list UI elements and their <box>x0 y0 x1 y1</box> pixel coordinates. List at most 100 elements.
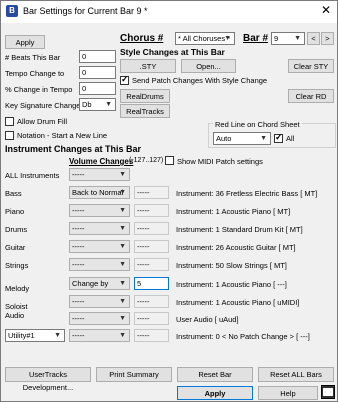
utility-track-select[interactable]: Utility#1 ▼ <box>5 329 65 342</box>
tempo-label: Tempo Change to <box>5 69 65 78</box>
pct-tempo-label: % Change in Tempo <box>5 85 73 94</box>
usertracks-development-button[interactable]: UserTracks Development... <box>5 367 91 392</box>
beats-label: # Beats This Bar <box>5 53 61 62</box>
bar-settings-dialog: B Bar Settings for Current Bar 9 * ✕ App… <box>0 0 338 402</box>
tempo-input[interactable]: 0 <box>79 66 116 79</box>
bar-select[interactable]: 9 ▼ <box>271 32 305 45</box>
volume-value: ----- <box>72 170 85 179</box>
close-icon[interactable]: ✕ <box>321 3 331 17</box>
chevron-down-icon: ▼ <box>119 280 126 287</box>
chevron-down-icon: ▼ <box>119 315 126 322</box>
chevron-down-icon: ▼ <box>119 207 126 214</box>
volume-value: ----- <box>72 260 85 269</box>
window-title: Bar Settings for Current Bar 9 * <box>23 6 148 16</box>
instrument-desc: Instrument: 0 < No Patch Change > [ ---] <box>176 332 310 341</box>
instrument-name: Audio <box>5 311 25 320</box>
volume-select[interactable]: ----- ▼ <box>69 258 130 271</box>
key-label: Key Signature Change to <box>5 101 89 110</box>
clear-rd-button[interactable]: Clear RD <box>288 89 334 103</box>
key-select[interactable]: Db ▼ <box>79 98 116 111</box>
volume-value: ----- <box>72 206 85 215</box>
apply-top-button[interactable]: Apply <box>5 35 45 49</box>
title-bar: B Bar Settings for Current Bar 9 * ✕ <box>1 1 337 23</box>
chorus-value: * All Choruses * <box>178 34 231 43</box>
volume-select[interactable]: ----- ▼ <box>69 295 130 308</box>
chorus-label: Chorus # <box>120 33 164 44</box>
instrument-name: Soloist <box>5 302 28 311</box>
instrument-desc: Instrument: 36 Fretless Electric Bass [ … <box>176 189 318 198</box>
volume-select[interactable]: Back to Normal ▼ <box>69 186 130 199</box>
patch-value[interactable]: ----- <box>134 204 169 217</box>
instrument-name: Strings <box>5 261 29 270</box>
volume-select[interactable]: Change by ▼ <box>69 277 130 290</box>
instrument-desc: Instrument: 1 Standard Drum Kit [ MT] <box>176 225 303 234</box>
volume-range-label: (-127..127) <box>129 157 164 164</box>
reset-all-bars-button[interactable]: Reset ALL Bars <box>258 367 334 382</box>
prev-bar-button[interactable]: < <box>307 32 320 45</box>
show-midi-checkbox[interactable] <box>165 156 174 165</box>
patch-value[interactable]: ----- <box>134 222 169 235</box>
reset-bar-button[interactable]: Reset Bar <box>177 367 253 382</box>
instrument-desc: User Audio [ uAud] <box>176 315 239 324</box>
send-patch-checkbox[interactable] <box>120 74 129 85</box>
bar-label: Bar # <box>243 33 269 44</box>
instrument-name: ALL Instruments <box>5 171 60 180</box>
chevron-down-icon: ▼ <box>105 101 112 108</box>
help-button[interactable]: Help <box>258 386 318 400</box>
volume-select[interactable]: ----- ▼ <box>69 312 130 325</box>
instrument-name: Melody <box>5 284 30 293</box>
sty-button[interactable]: .STY <box>120 59 176 73</box>
volume-value: ----- <box>72 242 85 251</box>
chevron-down-icon: ▼ <box>119 243 126 250</box>
patch-value[interactable]: ----- <box>134 295 169 308</box>
patch-value[interactable]: ----- <box>134 186 169 199</box>
patch-value[interactable]: ----- <box>134 312 169 325</box>
volume-select[interactable]: ----- ▼ <box>69 168 130 181</box>
instrument-name: Guitar <box>5 243 26 252</box>
chorus-select[interactable]: * All Choruses * ▼ <box>175 32 235 45</box>
chevron-down-icon: ▼ <box>224 35 231 42</box>
send-patch-label: Send Patch Changes With Style Change <box>132 76 268 85</box>
redline-select[interactable]: Auto ▼ <box>213 132 271 145</box>
volume-select[interactable]: ----- ▼ <box>69 329 130 342</box>
volume-value: ----- <box>72 224 85 233</box>
realdrums-button[interactable]: RealDrums <box>120 89 170 103</box>
redline-all-label: All <box>286 134 295 143</box>
instrument-desc: Instrument: 50 Slow Strings [ MT] <box>176 261 287 270</box>
patch-value[interactable]: ----- <box>134 258 169 271</box>
patch-value[interactable]: ----- <box>134 240 169 253</box>
drum-fill-checkbox[interactable] <box>5 117 14 126</box>
chevron-down-icon: ▼ <box>294 35 301 42</box>
volume-change-input[interactable]: 5 <box>134 277 169 290</box>
volume-select[interactable]: ----- ▼ <box>69 222 130 235</box>
instrument-changes-header: Instrument Changes at This Bar <box>5 144 142 154</box>
apply-button[interactable]: Apply <box>177 386 253 400</box>
chevron-down-icon: ▼ <box>260 135 267 142</box>
instrument-desc: Instrument: 26 Acoustic Guitar [ MT] <box>176 243 296 252</box>
piano-keyboard-icon[interactable] <box>321 385 335 399</box>
volume-select[interactable]: ----- ▼ <box>69 204 130 217</box>
volume-value: ----- <box>72 297 85 306</box>
realtracks-button[interactable]: RealTracks <box>120 104 170 118</box>
beats-input[interactable]: 0 <box>79 50 116 63</box>
redline-all-checkbox[interactable] <box>274 132 283 143</box>
patch-value[interactable]: ----- <box>134 329 169 342</box>
volume-value: ----- <box>72 314 85 323</box>
open-button[interactable]: Open... <box>181 59 236 73</box>
redline-value: Auto <box>216 134 232 143</box>
next-bar-button[interactable]: > <box>321 32 334 45</box>
chevron-down-icon: ▼ <box>54 332 61 339</box>
instrument-name: Bass <box>5 189 22 198</box>
instrument-name: Drums <box>5 225 28 234</box>
volume-select[interactable]: ----- ▼ <box>69 240 130 253</box>
style-changes-header: Style Changes at This Bar <box>120 47 225 57</box>
chevron-down-icon: ▼ <box>119 189 126 196</box>
print-summary-button[interactable]: Print Summary <box>96 367 172 382</box>
clear-sty-button[interactable]: Clear STY <box>288 59 334 73</box>
chevron-down-icon: ▼ <box>119 225 126 232</box>
chevron-down-icon: ▼ <box>119 171 126 178</box>
volume-value: ----- <box>72 331 85 340</box>
notation-newline-checkbox[interactable] <box>5 131 14 140</box>
chevron-down-icon: ▼ <box>119 332 126 339</box>
pct-tempo-input[interactable]: 0 <box>79 82 116 95</box>
